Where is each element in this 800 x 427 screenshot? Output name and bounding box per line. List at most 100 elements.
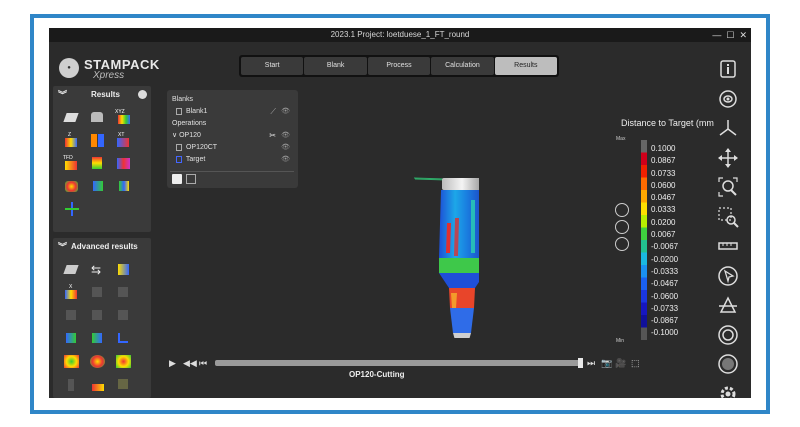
app-logo: ● STAMPACK Xpress <box>59 56 179 82</box>
tab-blank[interactable]: Blank <box>304 57 367 75</box>
tree-view-toggle-icon[interactable] <box>172 174 182 184</box>
legend-color-bar <box>641 140 647 340</box>
part-top-cap <box>442 178 479 190</box>
window-controls: — ☐ ✕ <box>712 28 747 42</box>
xyz-displacement-icon[interactable]: XYZ <box>115 109 133 125</box>
swap-arrows-icon[interactable]: ⇆ <box>89 261 107 277</box>
xt-result-icon[interactable]: XT <box>115 132 133 148</box>
contour-map-icon[interactable] <box>63 353 81 369</box>
formed-part-icon[interactable] <box>89 109 107 125</box>
legend-value: -0.0867 <box>651 316 679 326</box>
legend-option-icon[interactable] <box>615 220 629 234</box>
legend-max-label: Max <box>616 136 626 142</box>
timeline-slider[interactable] <box>215 358 583 368</box>
springback-icon[interactable] <box>63 261 81 277</box>
minimize-button[interactable]: — <box>712 28 721 42</box>
play-icon[interactable]: ▶ <box>169 356 176 370</box>
video-icon[interactable]: 🎥 <box>615 356 626 370</box>
legend-value: 0.0067 <box>651 230 676 240</box>
zoom-window-button[interactable] <box>717 206 739 228</box>
scissors-icon[interactable]: ✂ <box>269 130 276 141</box>
legend-swatch <box>641 277 647 290</box>
tree-blanks-label: Blanks <box>172 96 194 103</box>
stress-icon[interactable] <box>115 155 133 171</box>
link-icon[interactable]: ⟋ <box>270 106 276 117</box>
crosshair-result-icon[interactable] <box>63 201 81 217</box>
axis-result-icon[interactable] <box>63 330 81 346</box>
expand-chevron-icon[interactable]: ∨ <box>172 132 177 139</box>
timeline-handle[interactable] <box>578 358 583 368</box>
tab-calculation[interactable]: Calculation <box>431 57 494 75</box>
axes-button[interactable] <box>717 117 739 139</box>
animation-timeline: ▶ ◀◀ ⏮ ⏭ 📷 🎥 ⬚ <box>169 356 649 370</box>
collapse-chevron-icon[interactable]: ︾ <box>58 238 67 256</box>
ruler-icon <box>718 242 738 250</box>
rewind-icon[interactable]: ◀◀ <box>183 356 197 370</box>
info-icon <box>720 60 736 78</box>
tab-start[interactable]: Start <box>241 57 304 75</box>
first-frame-icon[interactable]: ⏮ <box>199 356 207 370</box>
zoom-fit-button[interactable] <box>717 176 739 198</box>
collapse-chevron-icon[interactable]: ︾ <box>58 86 67 104</box>
legend-value: -0.0733 <box>651 303 679 313</box>
tree-filter-icon[interactable] <box>186 174 196 184</box>
select-button[interactable] <box>717 265 739 287</box>
results-panel-header[interactable]: ︾ Results <box>53 86 151 104</box>
tab-process[interactable]: Process <box>367 57 431 75</box>
legend-value: -0.0467 <box>651 279 679 289</box>
view-ring-icon <box>718 324 738 345</box>
results-panel-title: Results <box>91 90 120 99</box>
blank-shape-icon[interactable] <box>63 109 81 125</box>
thickness-icon[interactable] <box>89 132 107 148</box>
info-button[interactable] <box>717 58 739 80</box>
tree-item-op120[interactable]: ∨ OP120 ✂ 👁 <box>172 130 294 141</box>
view-ring-button[interactable] <box>717 324 739 346</box>
tree-item-blank1[interactable]: Blank1 ⟋ 👁 <box>176 106 294 117</box>
visibility-eye-icon[interactable]: 👁 <box>281 130 290 141</box>
last-frame-icon[interactable]: ⏭ <box>587 356 595 370</box>
contour-map-icon[interactable] <box>89 353 107 369</box>
legend-swatch <box>641 202 647 215</box>
pan-button[interactable] <box>717 147 739 169</box>
legend-min-label: Min <box>616 338 625 344</box>
tree-item-label: OP120CT <box>185 144 218 151</box>
tree-item-op120ct[interactable]: OP120CT 👁 <box>176 142 294 153</box>
axis-result-icon[interactable] <box>89 330 107 346</box>
legend-swatch <box>641 165 647 178</box>
close-button[interactable]: ✕ <box>739 28 747 42</box>
tree-item-target[interactable]: Target 👁 <box>176 154 294 165</box>
vector-result-icon[interactable] <box>115 178 133 194</box>
profile-result-icon[interactable] <box>89 376 107 392</box>
legend-value: 0.0333 <box>651 205 676 215</box>
maximize-button[interactable]: ☐ <box>726 28 734 42</box>
legend-swatch <box>641 227 647 240</box>
z-displacement-icon[interactable]: Z <box>63 132 81 148</box>
tab-results[interactable]: Results <box>494 57 558 75</box>
camera-icon[interactable]: 📷 <box>601 356 612 370</box>
rotate-view-button[interactable] <box>717 88 739 110</box>
tfd-icon[interactable]: TFD <box>63 155 81 171</box>
legend-value: 0.0733 <box>651 168 676 178</box>
legend-option-icon[interactable] <box>615 237 629 251</box>
part-green-band <box>439 258 479 273</box>
render-mode-button[interactable] <box>717 353 739 375</box>
wrinkle-icon[interactable] <box>115 330 133 346</box>
visibility-eye-icon[interactable]: 👁 <box>281 154 290 165</box>
contour-map-icon[interactable] <box>115 353 133 369</box>
x-displacement-icon[interactable]: X <box>63 284 81 300</box>
results-settings-icon[interactable] <box>138 90 147 99</box>
visibility-eye-icon[interactable]: 👁 <box>281 106 290 117</box>
strain-icon[interactable] <box>89 155 107 171</box>
visibility-eye-icon[interactable]: 👁 <box>281 142 290 153</box>
principal-strain-icon[interactable] <box>89 178 107 194</box>
export-icon[interactable]: ⬚ <box>631 356 640 370</box>
measure-button[interactable] <box>717 235 739 257</box>
window-title: 2023.1 Project: loetduese_1_FT_round <box>330 30 470 39</box>
trim-result-icon[interactable] <box>115 261 133 277</box>
flc-icon[interactable] <box>63 178 81 194</box>
advanced-results-header[interactable]: ︾ Advanced results <box>53 238 151 256</box>
3d-viewport[interactable] <box>299 128 479 338</box>
section-cut-button[interactable] <box>717 294 739 316</box>
settings-button[interactable] <box>717 383 739 398</box>
legend-reset-icon[interactable] <box>615 203 629 217</box>
